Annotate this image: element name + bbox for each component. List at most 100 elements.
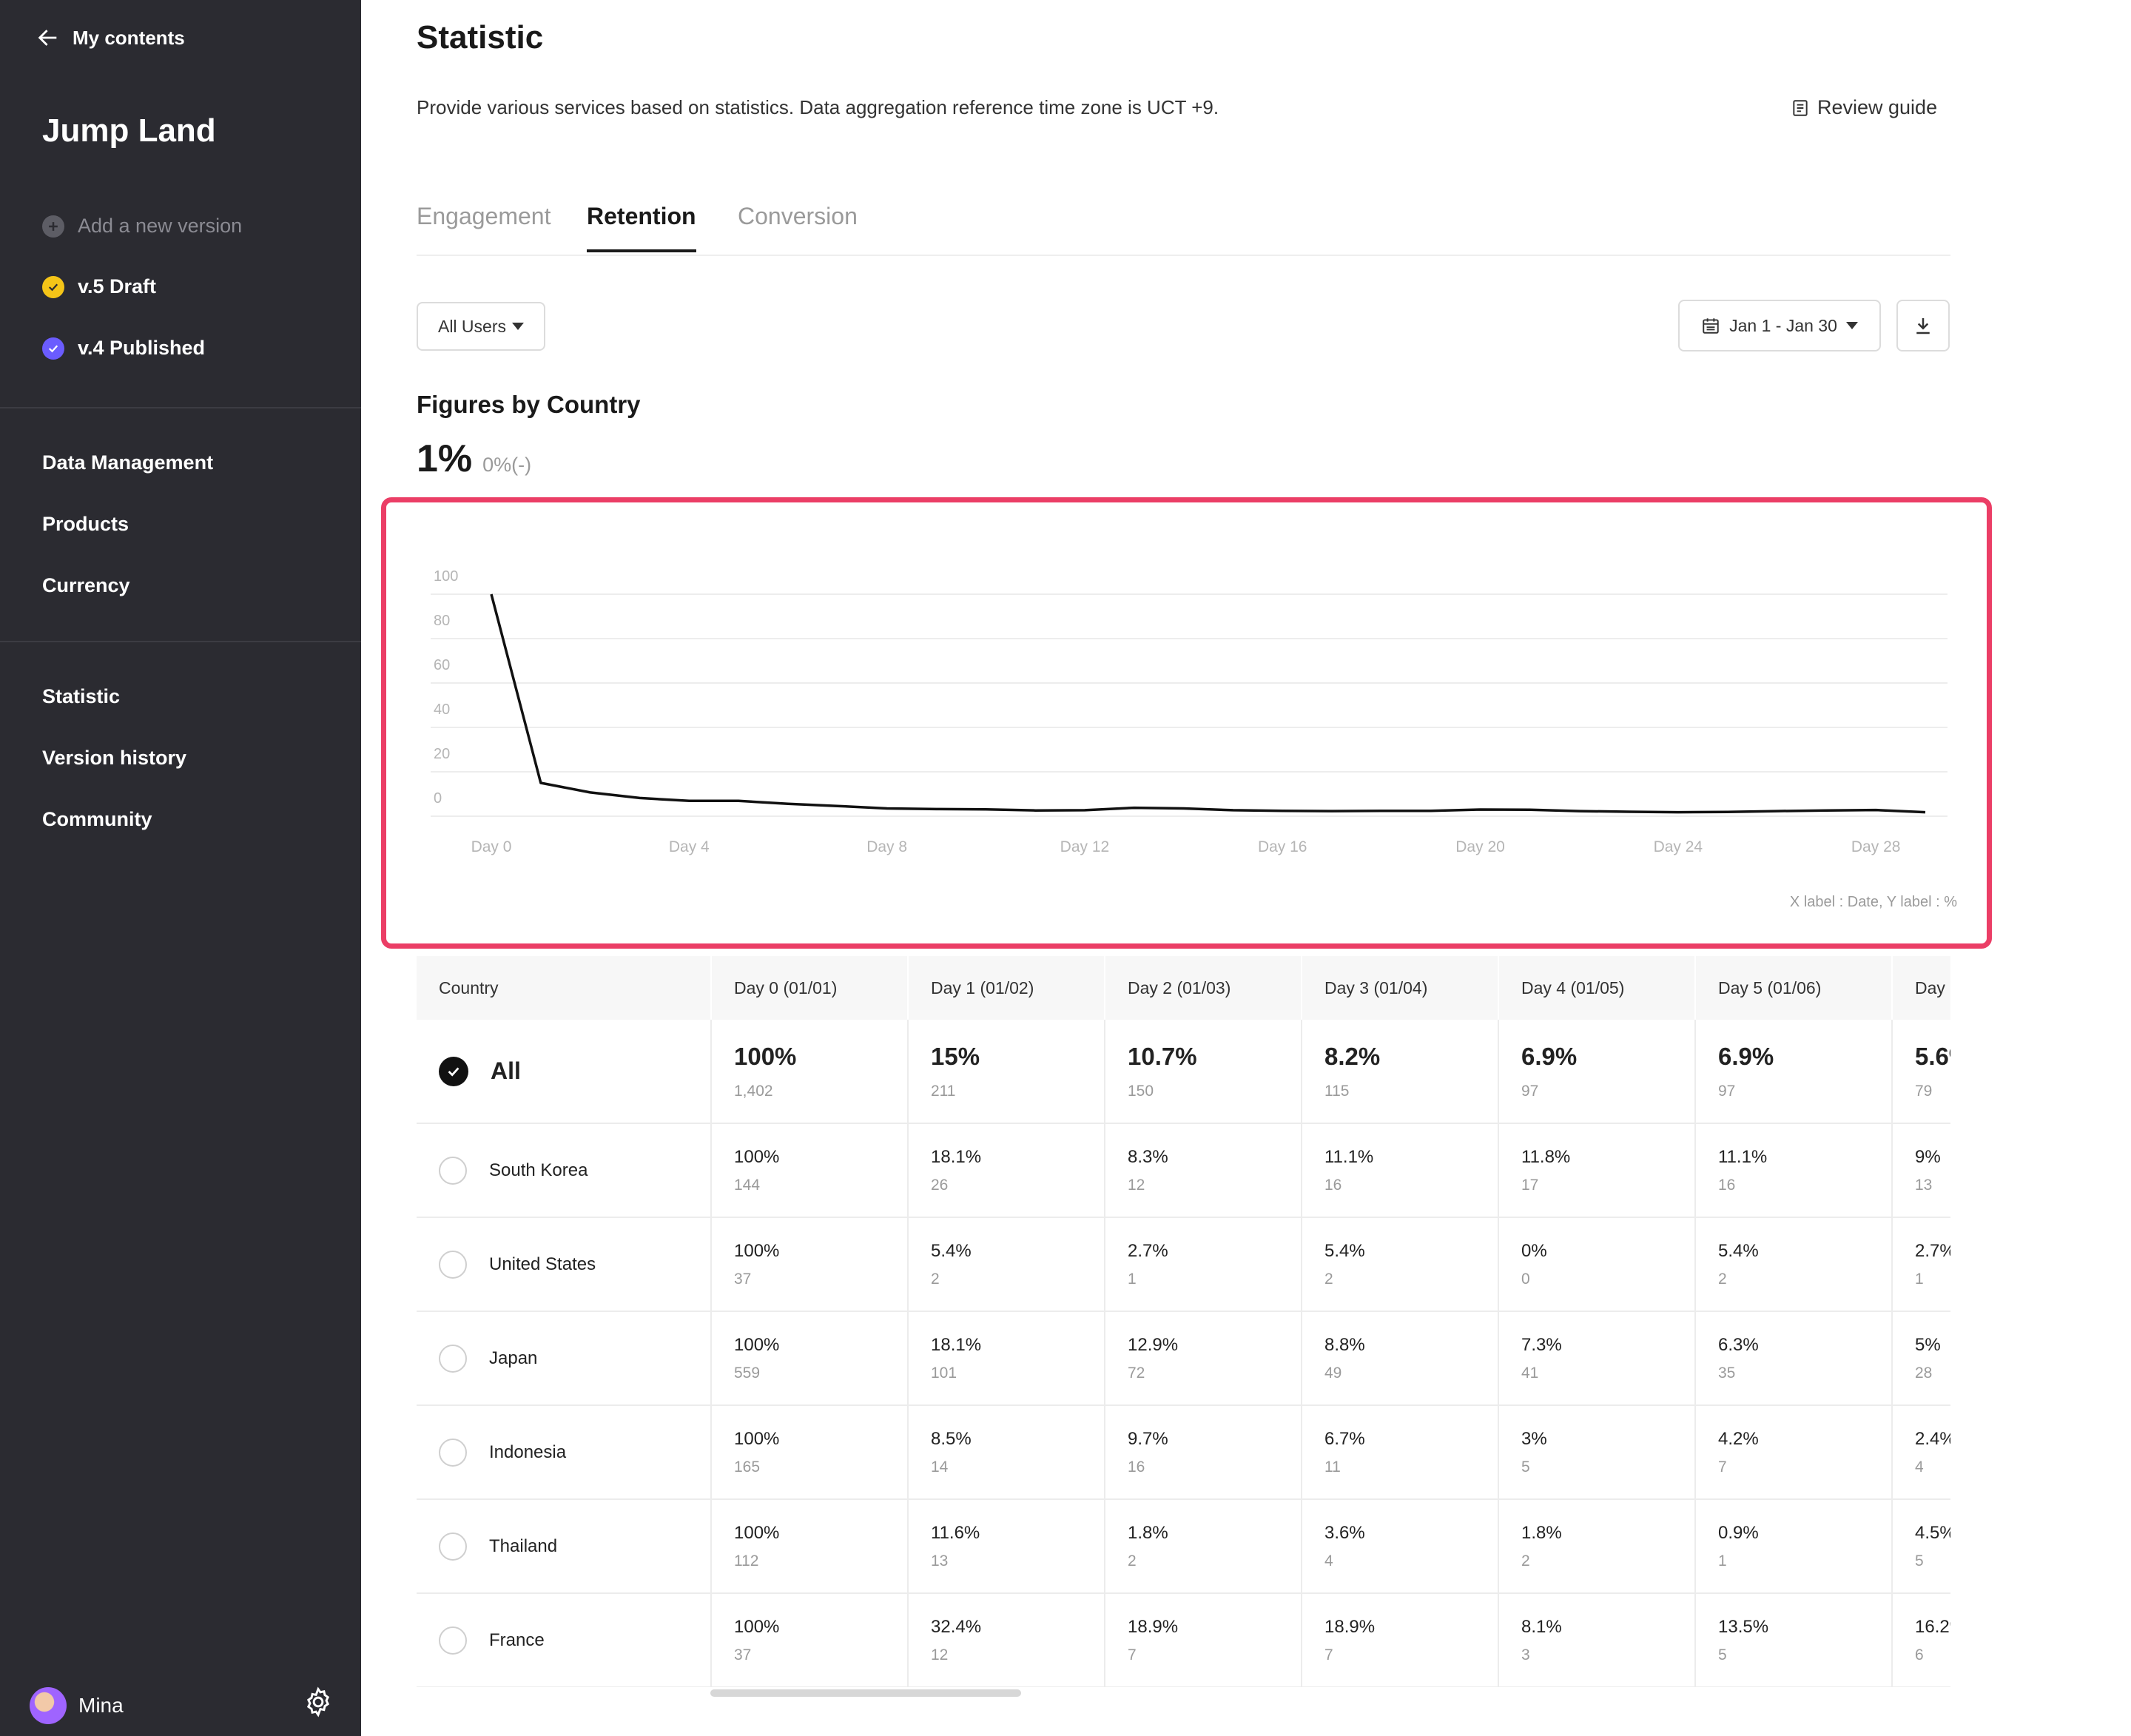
retention-count: 2 [1324,1270,1333,1288]
table-row[interactable]: Japan 100% 559 18.1% 101 12.9% 72 8.8% 49 7.3% 41 6… [417,1311,1950,1406]
retention-percent: 2.7% [1128,1240,1168,1261]
retention-count: 112 [734,1552,759,1570]
back-link[interactable]: My contents [36,25,185,50]
tab-retention[interactable]: Retention [587,203,696,252]
plus-circle-icon [42,215,64,238]
draft-check-icon [42,275,64,298]
retention-count: 7 [1324,1646,1333,1663]
retention-percent: 0% [1521,1240,1547,1261]
horizontal-scrollbar[interactable] [710,1689,1021,1697]
radio-button[interactable] [439,1250,467,1279]
tab-engagement[interactable]: Engagement [417,203,551,249]
download-button[interactable] [1896,300,1950,351]
sidebar-item-currency[interactable]: Currency [42,574,130,597]
date-range-picker[interactable]: Jan 1 - Jan 30 [1678,300,1881,351]
table-row[interactable]: All 100% 1,402 15% 211 10.7% 150 8.2% 115 6.9% 97 6… [417,1020,1950,1124]
tab-conversion[interactable]: Conversion [738,203,858,249]
radio-button[interactable] [439,1532,467,1561]
country-name: France [489,1629,545,1650]
add-version-button[interactable]: Add a new version [42,215,242,238]
y-tick-label: 40 [434,702,450,718]
gear-icon[interactable] [302,1686,334,1718]
table-row[interactable]: France 100% 37 32.4% 12 18.9% 7 18.9% 7 8.1% 3 13.5… [417,1593,1950,1687]
country-select[interactable]: Japan [439,1344,710,1373]
retention-percent: 100% [734,1334,780,1355]
country-select[interactable]: Thailand [439,1532,710,1561]
country-select[interactable]: France [439,1626,710,1655]
retention-cell: 18.1% 101 [908,1311,1105,1406]
country-cell: United States [417,1217,712,1312]
x-tick-label: Day 4 [669,838,710,855]
version-draft-label: v.5 Draft [78,275,157,297]
retention-cell: 2.4% 4 [1892,1405,1950,1500]
calendar-icon [1703,318,1719,334]
retention-count: 14 [931,1458,949,1476]
retention-cell: 18.9% 7 [1105,1593,1302,1687]
radio-button[interactable] [439,1344,467,1373]
retention-percent: 2.7% [1915,1240,1950,1261]
sidebar-item-data-management[interactable]: Data Management [42,451,213,474]
country-cell: Indonesia [417,1405,712,1500]
retention-cell: 8.1% 3 [1498,1593,1696,1687]
table-row[interactable]: Thailand 100% 112 11.6% 13 1.8% 2 3.6% 4 1.8% 2 0.9… [417,1499,1950,1594]
retention-cell: 6.7% 11 [1302,1405,1499,1500]
retention-count: 17 [1521,1176,1539,1194]
user-filter-label: All Users [437,316,506,336]
sidebar-item-statistic[interactable]: Statistic [42,685,120,708]
retention-percent: 100% [734,1240,780,1261]
version-published[interactable]: v.4 Published [42,337,205,360]
retention-percent: 3% [1521,1428,1547,1449]
retention-percent: 11.6% [931,1522,980,1543]
country-name: Japan [489,1348,538,1368]
review-guide-label: Review guide [1817,96,1938,118]
x-tick-label: Day 12 [1060,838,1110,855]
review-guide-link[interactable]: Review guide [1791,96,1937,119]
retention-cell: 11.6% 13 [908,1499,1105,1594]
user-profile[interactable]: Mina [30,1687,124,1724]
retention-percent: 5.4% [1718,1240,1759,1261]
retention-count: 1 [1915,1270,1924,1288]
retention-cell: 100% 112 [711,1499,909,1594]
caret-down-icon [512,323,524,330]
user-filter-dropdown[interactable]: All Users [417,302,545,351]
retention-percent: 13.5% [1718,1616,1769,1637]
sidebar-item-products[interactable]: Products [42,513,129,536]
retention-percent: 8.1% [1521,1616,1562,1637]
column-header-day: Day 0 (01/01) [711,956,909,1020]
retention-percent: 5.4% [1324,1240,1365,1261]
retention-cell: 1.8% 2 [1105,1499,1302,1594]
checked-icon[interactable] [439,1056,468,1086]
retention-count: 28 [1915,1364,1933,1382]
radio-button[interactable] [439,1156,467,1185]
retention-count: 0 [1521,1270,1530,1288]
y-tick-label: 100 [434,568,458,585]
column-header-day: Day 6 [1892,956,1950,1020]
retention-cell: 32.4% 12 [908,1593,1105,1687]
radio-button[interactable] [439,1626,467,1655]
sidebar-item-community[interactable]: Community [42,808,152,831]
country-select[interactable]: All [439,1056,710,1086]
retention-count: 5 [1521,1458,1530,1476]
retention-percent: 15% [931,1042,980,1070]
retention-count: 5 [1915,1552,1924,1570]
column-header-day: Day 4 (01/05) [1498,956,1696,1020]
table-row[interactable]: United States 100% 37 5.4% 2 2.7% 1 5.4% 2 0% 0 5.4… [417,1217,1950,1312]
retention-cell: 18.1% 26 [908,1123,1105,1218]
table-row[interactable]: South Korea 100% 144 18.1% 26 8.3% 12 11.1% 16 11… [417,1123,1950,1218]
version-draft[interactable]: v.5 Draft [42,275,156,298]
country-select[interactable]: South Korea [439,1156,710,1185]
radio-button[interactable] [439,1438,467,1467]
retention-count: 37 [734,1646,752,1663]
sidebar-item-version-history[interactable]: Version history [42,747,186,770]
sidebar: My contents Jump Land Add a new version … [0,0,361,1736]
country-select[interactable]: United States [439,1250,710,1279]
chart-axis-note: X label : Date, Y label : % [1789,894,1957,910]
x-tick-label: Day 20 [1455,838,1505,855]
country-select[interactable]: Indonesia [439,1438,710,1467]
column-header-day: Day 5 (01/06) [1695,956,1893,1020]
retention-cell: 5% 28 [1892,1311,1950,1406]
retention-percent: 8.8% [1324,1334,1365,1355]
retention-cell: 100% 37 [711,1593,909,1687]
retention-percent: 11.1% [1324,1146,1374,1167]
table-row[interactable]: Indonesia 100% 165 8.5% 14 9.7% 16 6.7% 11 3% 5 4.2… [417,1405,1950,1500]
